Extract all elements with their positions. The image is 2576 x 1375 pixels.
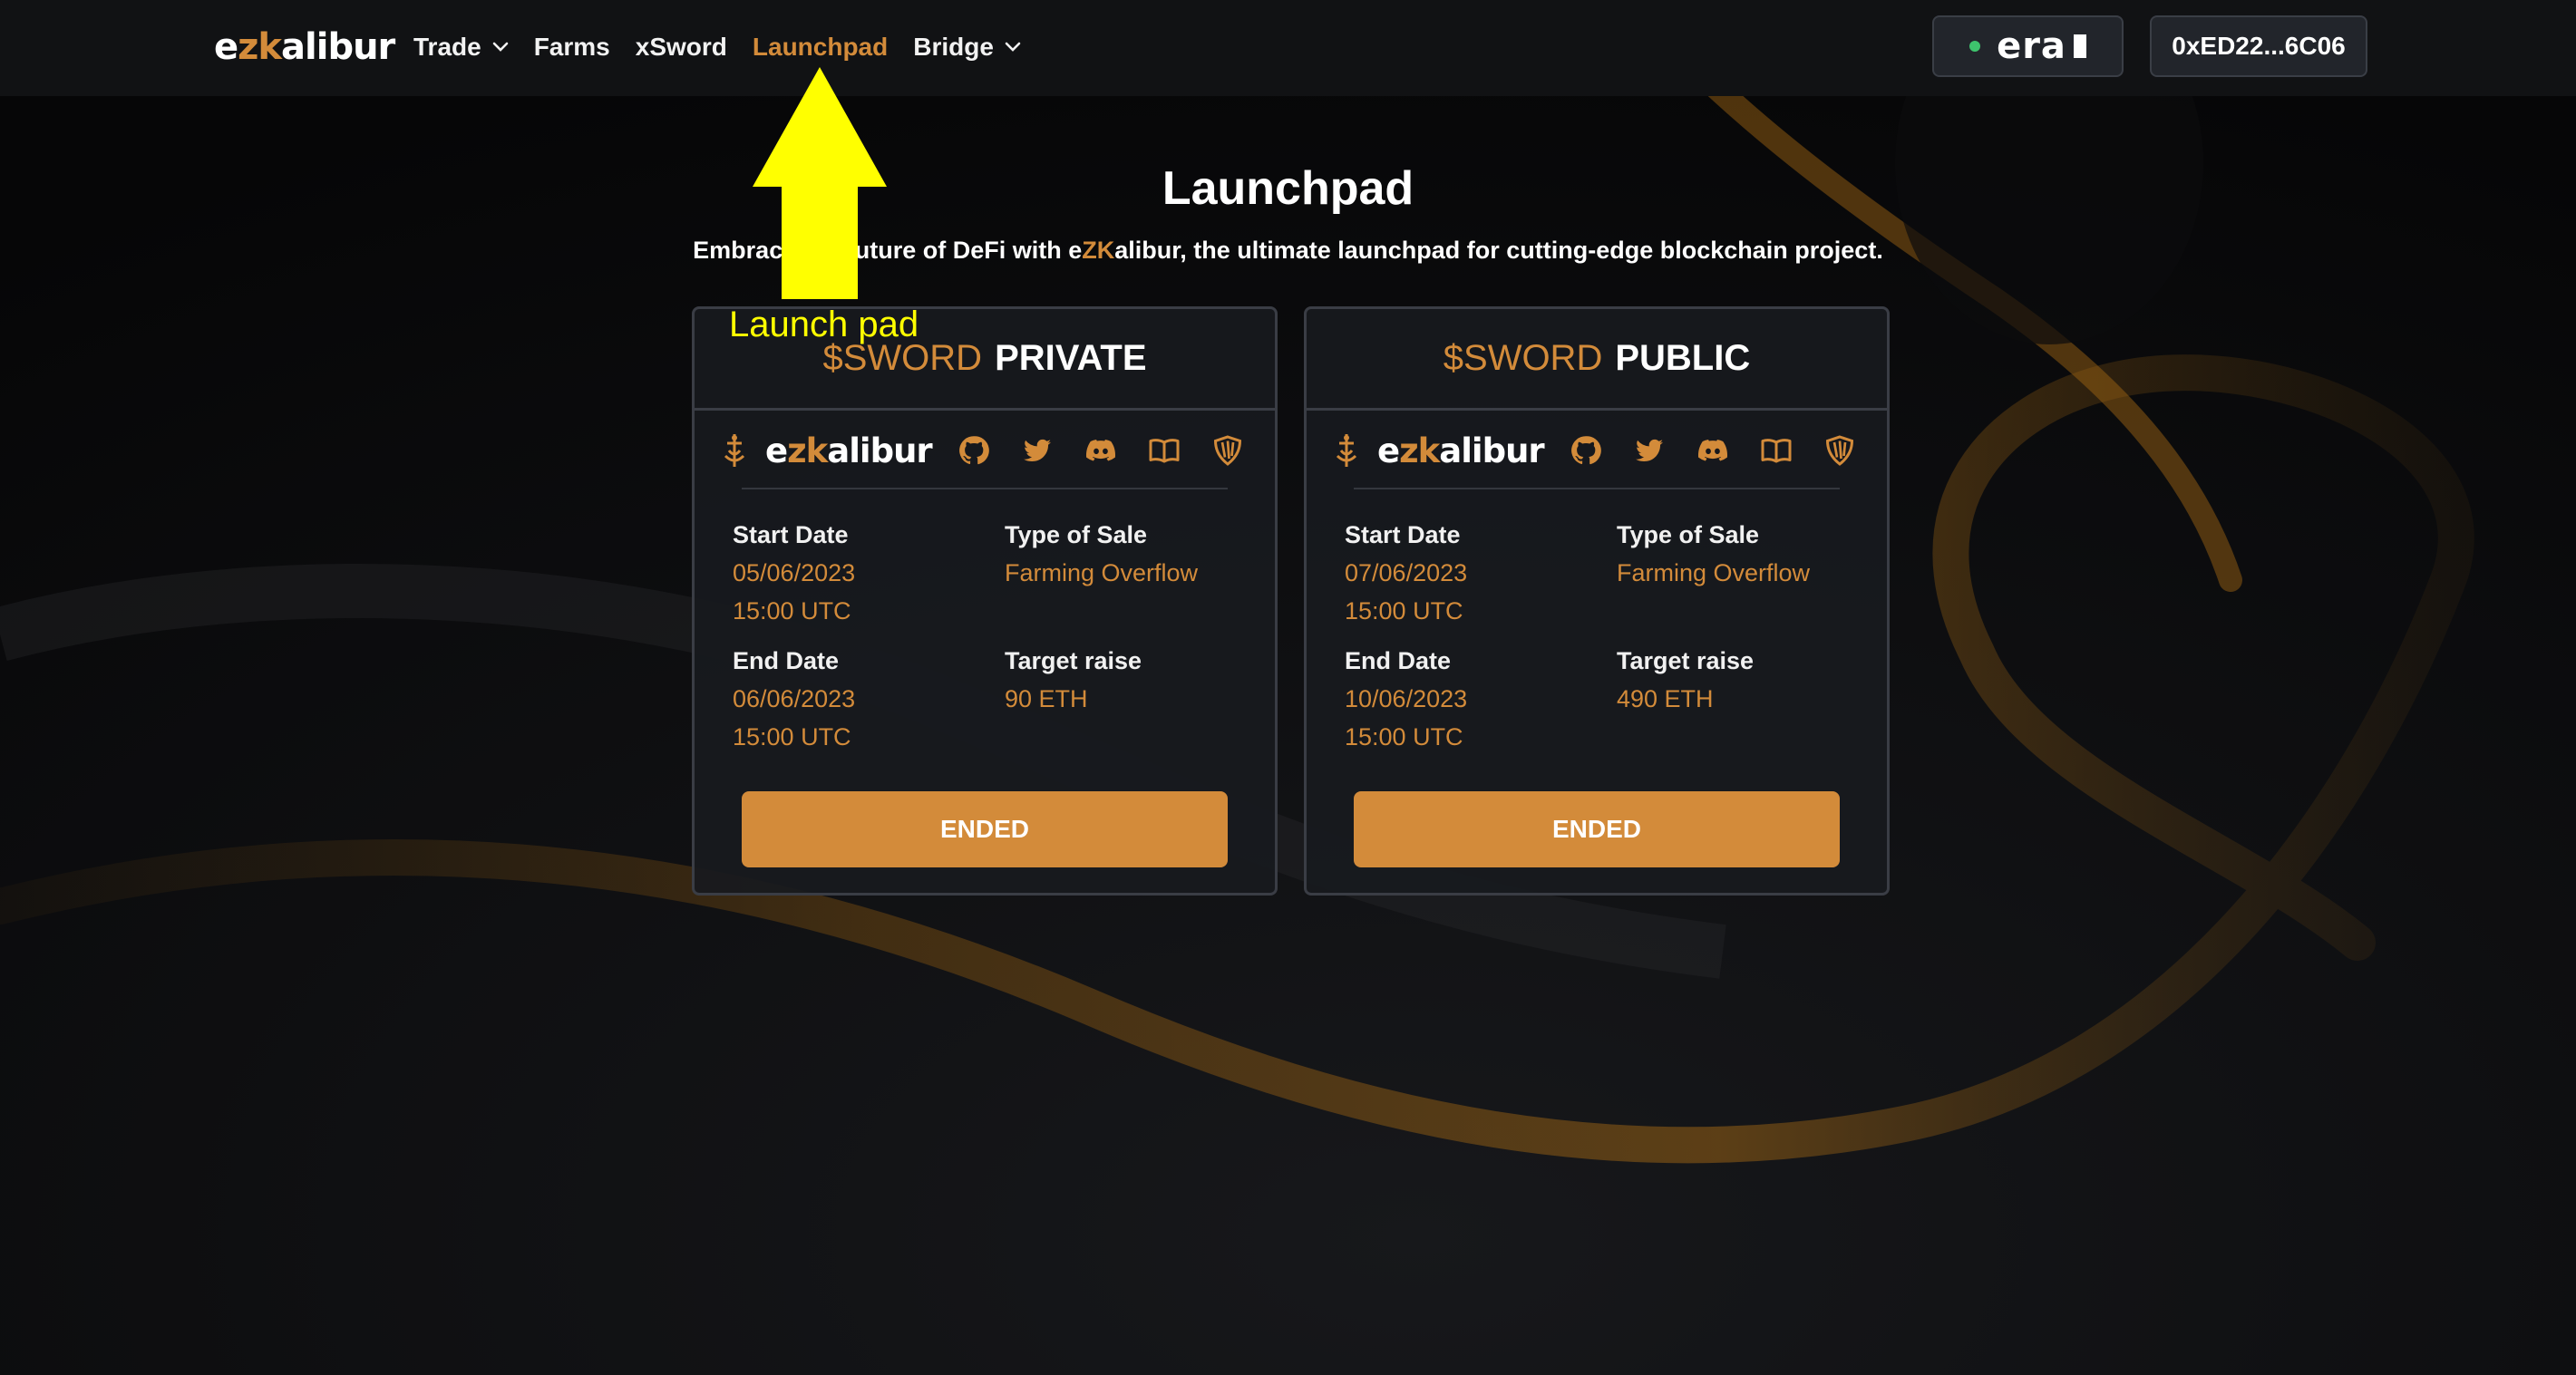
- start-time-value: 15:00 UTC: [733, 597, 851, 625]
- chevron-down-icon: [492, 42, 509, 53]
- card-divider: [1354, 488, 1840, 489]
- card-token-symbol: $SWORD: [1443, 338, 1603, 378]
- social-row: ezkalibur: [1332, 425, 1867, 476]
- shield-icon[interactable]: [1211, 434, 1244, 467]
- discord-icon[interactable]: [1696, 434, 1729, 467]
- end-time-value: 15:00 UTC: [1345, 723, 1463, 750]
- sale-card-public: $SWORD PUBLIC ezkalibur Start Date 07/06…: [1304, 306, 1890, 896]
- nav-item-trade[interactable]: Trade: [413, 33, 509, 62]
- card-project-logo: ezkalibur: [720, 431, 933, 470]
- ended-button[interactable]: ENDED: [1354, 791, 1840, 867]
- card-project-logo: ezkalibur: [1332, 431, 1545, 470]
- annotation-up-arrow-icon: [753, 67, 887, 299]
- end-time-value: 15:00 UTC: [733, 723, 851, 750]
- end-date-block: End Date 10/06/2023 15:00 UTC: [1345, 642, 1467, 756]
- subtitle-text-after: alibur, the ultimate launchpad for cutti…: [1114, 237, 1883, 264]
- sale-card-private: $SWORD PRIVATE ezkalibur Start Date 05/0…: [692, 306, 1278, 896]
- start-date-block: Start Date 05/06/2023 15:00 UTC: [733, 516, 855, 630]
- nav-item-label: Farms: [533, 33, 610, 61]
- sale-type-value: Farming Overflow: [1005, 559, 1199, 586]
- target-raise-block: Target raise 90 ETH: [1005, 642, 1142, 718]
- wallet-address-button[interactable]: 0xED22...6C06: [2150, 15, 2367, 77]
- nav-item-bridge[interactable]: Bridge: [913, 33, 1021, 62]
- era-logo-bar-icon: [2073, 34, 2086, 58]
- card-logo-prefix: e: [1377, 431, 1400, 470]
- network-label: era: [1997, 25, 2066, 67]
- subtitle-text-highlight: ZK: [1082, 237, 1115, 264]
- nav-item-launchpad[interactable]: Launchpad: [753, 33, 888, 62]
- start-date-label: Start Date: [733, 521, 849, 548]
- card-logo-prefix: e: [765, 431, 788, 470]
- logo-text-prefix: e: [214, 26, 238, 68]
- nav-links: Trade Farms xSword Launchpad Bridge: [413, 27, 1046, 67]
- target-raise-value: 490 ETH: [1617, 685, 1714, 712]
- card-logo-suffix: alibur: [1439, 431, 1544, 470]
- discord-icon[interactable]: [1084, 434, 1117, 467]
- card-title: $SWORD PUBLIC: [1307, 309, 1887, 411]
- nav-item-farms[interactable]: Farms: [534, 33, 610, 62]
- github-icon[interactable]: [1570, 434, 1602, 467]
- subtitle-text-before: Embrace the future of DeFi with e: [693, 237, 1083, 264]
- card-logo-highlight: zk: [1399, 431, 1440, 470]
- start-time-value: 15:00 UTC: [1345, 597, 1463, 625]
- end-date-value: 10/06/2023: [1345, 685, 1468, 712]
- github-icon[interactable]: [957, 434, 990, 467]
- ezkalibur-logo[interactable]: ezkalibur: [214, 20, 395, 74]
- end-date-label: End Date: [733, 647, 840, 674]
- start-date-value: 07/06/2023: [1345, 559, 1468, 586]
- target-raise-value: 90 ETH: [1005, 685, 1088, 712]
- card-divider: [742, 488, 1228, 489]
- card-logo-suffix: alibur: [827, 431, 932, 470]
- network-status-dot-icon: [1969, 41, 1981, 52]
- sword-crest-icon: [1336, 434, 1357, 467]
- sale-type-block: Type of Sale Farming Overflow: [1005, 516, 1198, 592]
- annotation-label: Launch pad: [729, 305, 919, 344]
- docs-book-icon[interactable]: [1148, 434, 1181, 467]
- card-sale-kind: PRIVATE: [995, 338, 1147, 378]
- nav-item-label: Bridge: [913, 33, 994, 61]
- target-raise-label: Target raise: [1617, 647, 1755, 674]
- page: ezkalibur Trade Farms xSword Launchpad B…: [0, 0, 2576, 1375]
- top-navbar: ezkalibur Trade Farms xSword Launchpad B…: [0, 0, 2576, 96]
- end-date-label: End Date: [1345, 647, 1452, 674]
- network-selector-button[interactable]: era: [1932, 15, 2124, 77]
- start-date-value: 05/06/2023: [733, 559, 856, 586]
- nav-item-label: Launchpad: [752, 33, 889, 61]
- twitter-icon[interactable]: [1021, 434, 1054, 467]
- sale-type-value: Farming Overflow: [1617, 559, 1811, 586]
- page-title: Launchpad: [1162, 162, 1414, 215]
- target-raise-label: Target raise: [1005, 647, 1142, 674]
- card-sale-kind: PUBLIC: [1615, 338, 1751, 378]
- docs-book-icon[interactable]: [1760, 434, 1793, 467]
- nav-item-xsword[interactable]: xSword: [636, 33, 727, 62]
- end-date-block: End Date 06/06/2023 15:00 UTC: [733, 642, 855, 756]
- logo-text-highlight: zk: [238, 26, 282, 68]
- nav-item-label: Trade: [413, 33, 481, 61]
- nav-item-label: xSword: [635, 33, 727, 61]
- card-logo-highlight: zk: [787, 431, 828, 470]
- twitter-icon[interactable]: [1633, 434, 1666, 467]
- page-subtitle: Embrace the future of DeFi with eZKalibu…: [0, 237, 2576, 265]
- sale-type-label: Type of Sale: [1005, 521, 1148, 548]
- social-row: ezkalibur: [720, 425, 1255, 476]
- shield-icon[interactable]: [1823, 434, 1856, 467]
- sword-crest-icon: [724, 434, 745, 467]
- logo-text-suffix: alibur: [281, 26, 395, 68]
- chevron-down-icon: [1005, 42, 1021, 53]
- sale-type-block: Type of Sale Farming Overflow: [1617, 516, 1810, 592]
- ended-button[interactable]: ENDED: [742, 791, 1228, 867]
- start-date-block: Start Date 07/06/2023 15:00 UTC: [1345, 516, 1467, 630]
- target-raise-block: Target raise 490 ETH: [1617, 642, 1754, 718]
- end-date-value: 06/06/2023: [733, 685, 856, 712]
- start-date-label: Start Date: [1345, 521, 1461, 548]
- sale-type-label: Type of Sale: [1617, 521, 1760, 548]
